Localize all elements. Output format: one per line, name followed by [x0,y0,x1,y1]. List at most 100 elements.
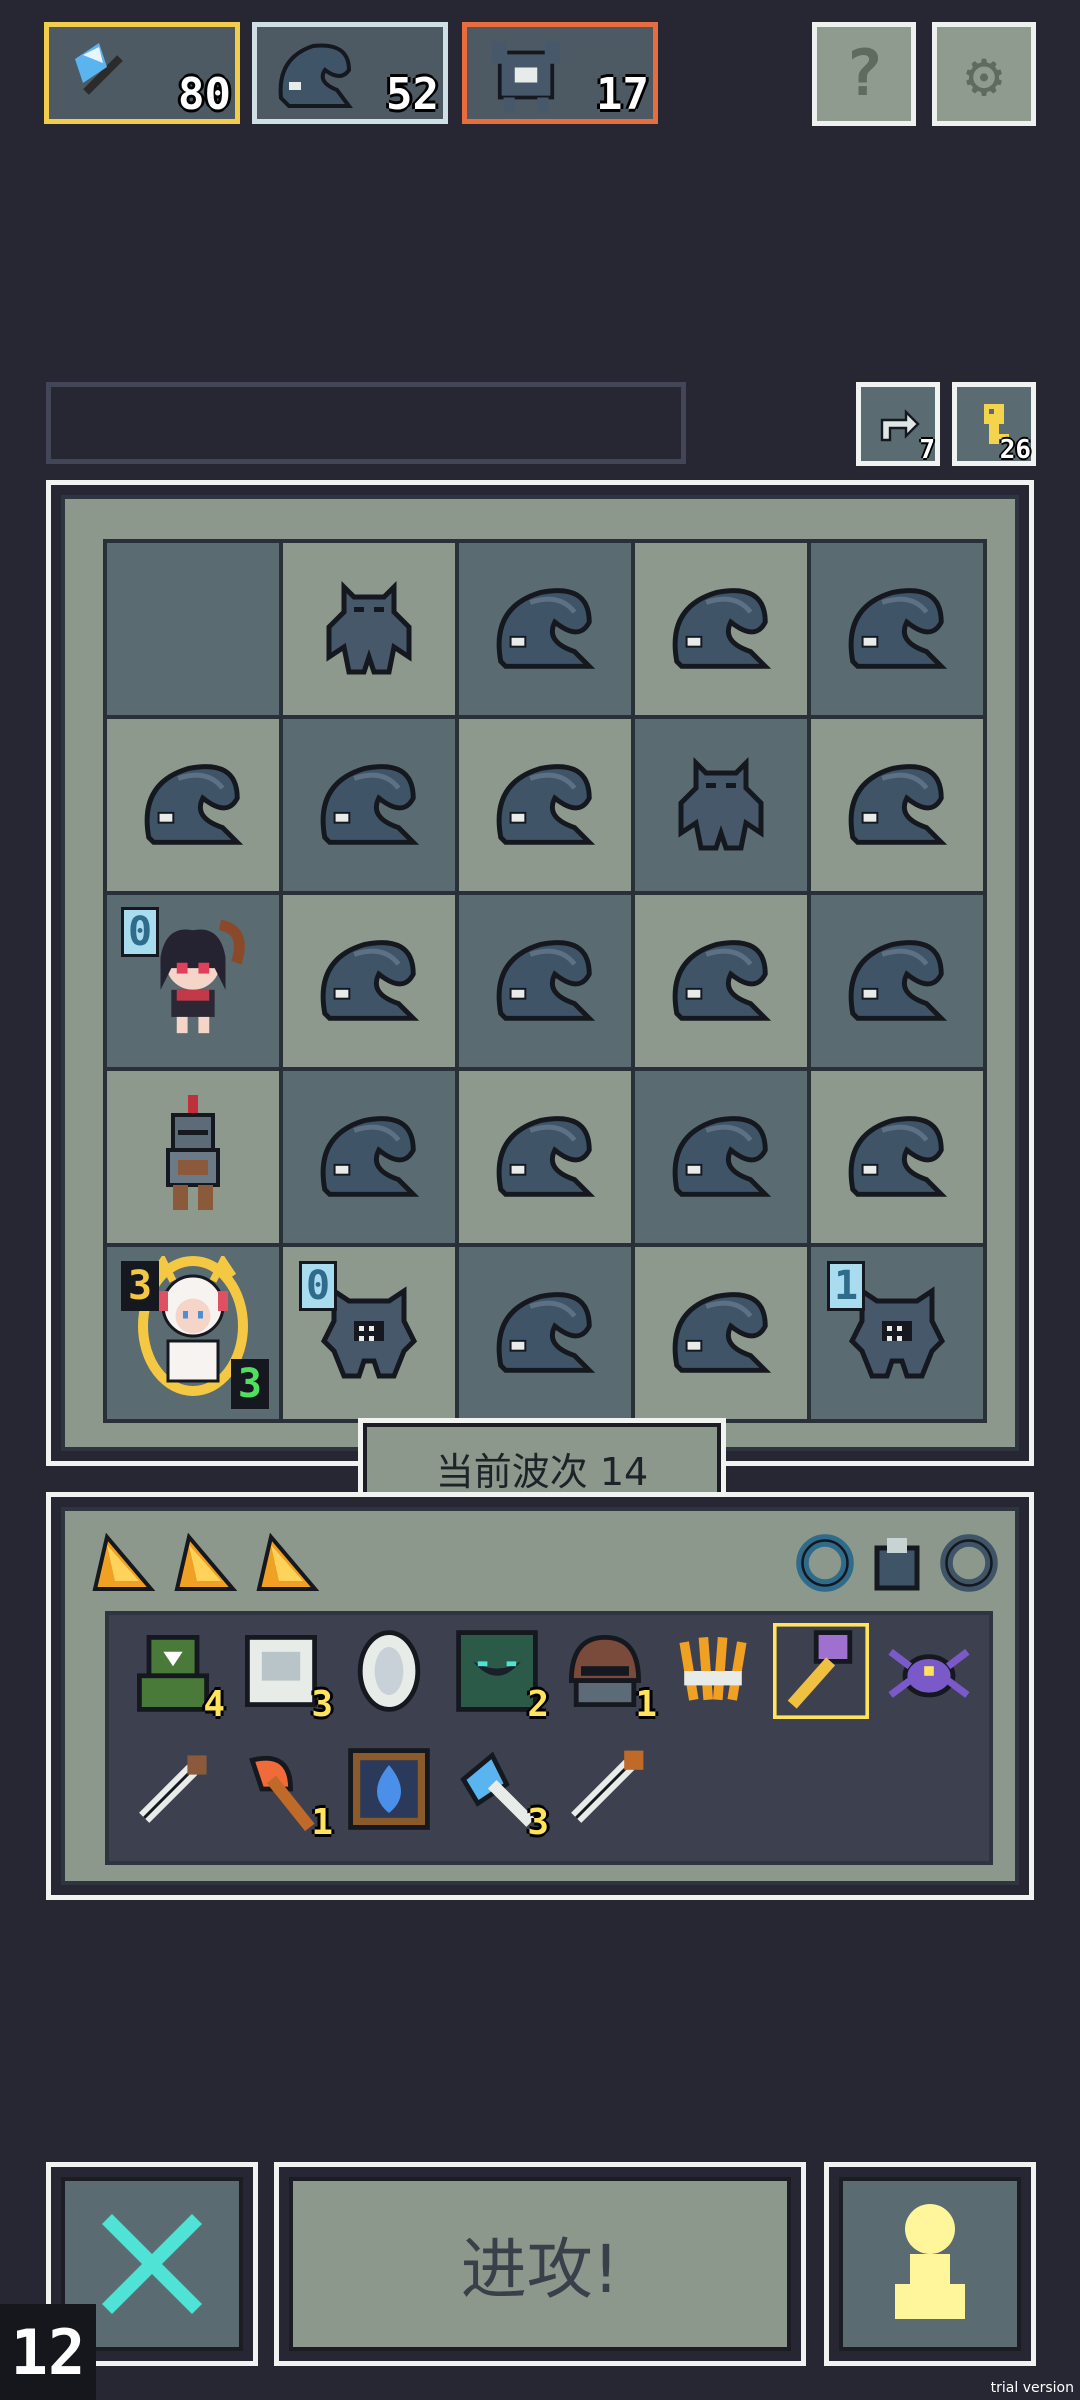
game-board: 0 33 0 1 [46,480,1034,1466]
board-cell[interactable] [459,895,631,1067]
board-cell[interactable] [635,543,807,715]
slug-icon [838,1105,956,1209]
resource-count: 17 [596,69,649,120]
level-badge: 0 [121,907,160,957]
consumables-tab[interactable] [83,1523,333,1603]
board-cell[interactable]: 0 [283,1247,455,1419]
resource-slot-axe[interactable]: 80 [44,22,240,124]
board-cell[interactable]: 1 [811,1247,983,1419]
slug-icon [310,1105,428,1209]
board-cell[interactable] [283,543,455,715]
gargoyle-icon [661,743,781,867]
board-cell[interactable] [459,1247,631,1419]
item-count: 1 [635,1684,657,1725]
magic-key-icon [769,1619,873,1723]
board-cell[interactable] [811,543,983,715]
inventory-item[interactable]: 4 [125,1623,225,1723]
slug-icon [662,1105,780,1209]
recycle-button[interactable]: 7 [856,382,940,466]
egg-icon [341,1623,437,1723]
slug-icon [486,753,604,857]
inventory-panel: 4 3 2 1 1 3 [46,1492,1034,1900]
board-cell[interactable] [811,719,983,891]
inventory-item[interactable] [341,1623,441,1723]
help-button[interactable]: ? [812,22,916,126]
board-cell[interactable] [811,895,983,1067]
gear-icon: ⚙ [965,37,1003,111]
slug-icon [838,753,956,857]
item-count: 3 [527,1802,549,1843]
resource-count: 52 [386,69,439,120]
inventory-panel-inner: 4 3 2 1 1 3 [61,1507,1019,1885]
inventory-item[interactable]: 1 [233,1741,333,1841]
inventory-item[interactable]: 3 [449,1741,549,1841]
board-cell[interactable] [283,719,455,891]
board-cell[interactable] [459,1071,631,1243]
board-cell[interactable] [107,719,279,891]
spider-icon [881,1623,977,1723]
slug-icon [486,577,604,681]
key-count: 26 [999,435,1031,465]
board-cell[interactable] [459,543,631,715]
unit-button[interactable] [824,2162,1036,2366]
item-count: 2 [527,1684,549,1725]
pawn-icon [895,2204,965,2319]
slug-icon [310,929,428,1033]
board-cell[interactable] [107,1071,279,1243]
cheese-icon [92,1533,155,1591]
slug-icon [662,1281,780,1385]
inventory-item[interactable]: 1 [557,1623,657,1723]
key-button[interactable]: 26 [952,382,1036,466]
inventory-list: 4 3 2 1 1 3 [105,1611,993,1865]
slug-icon [486,929,604,1033]
board-panel: 0 33 0 1 [61,495,1019,1451]
claws-icon [665,1623,761,1723]
board-cell[interactable]: 0 [107,895,279,1067]
question-icon: ? [844,37,884,111]
level-badge: 0 [299,1261,338,1311]
slug-resource-icon [278,43,353,108]
recycle-count: 7 [919,435,935,465]
inventory-item[interactable] [665,1623,765,1723]
board-cell[interactable] [635,895,807,1067]
equipment-tab[interactable] [795,1529,1005,1599]
attack-label: 进攻! [460,2231,620,2308]
inventory-item[interactable] [125,1741,225,1841]
level-number: 12 [10,2315,86,2389]
level-badge: 3 [230,1359,269,1409]
inventory-item[interactable] [341,1741,441,1841]
board-cell[interactable] [283,895,455,1067]
gargoyle-icon [309,567,429,691]
board-cell[interactable] [635,1071,807,1243]
dagger-icon [125,1741,221,1841]
level-badge: 1 [827,1261,866,1311]
item-count: 4 [203,1684,225,1725]
board-cell[interactable] [283,1071,455,1243]
board-cell[interactable] [811,1071,983,1243]
resource-slot-beast[interactable]: 17 [462,22,658,124]
resource-count: 80 [178,69,231,120]
slug-icon [486,1281,604,1385]
watermark: trial version [990,2380,1074,2396]
board-cell[interactable] [459,719,631,891]
slug-icon [838,577,956,681]
recycle-icon [880,409,920,442]
inventory-item[interactable] [769,1619,873,1723]
board-cell[interactable] [635,1247,807,1419]
slug-icon [310,753,428,857]
board-cell[interactable]: 33 [107,1247,279,1419]
board-cell[interactable] [635,719,807,891]
board-cell[interactable] [107,543,279,715]
message-bar [46,382,686,464]
inventory-item[interactable]: 3 [233,1623,333,1723]
resource-slot-slug[interactable]: 52 [252,22,448,124]
inventory-item[interactable] [881,1623,981,1723]
attack-button[interactable]: 进攻! [274,2162,806,2366]
settings-button[interactable]: ⚙ [932,22,1036,126]
cross-swords-icon [102,2214,202,2314]
item-count: 1 [311,1802,333,1843]
inventory-item[interactable] [557,1741,657,1841]
board-grid: 0 33 0 1 [103,539,987,1423]
inventory-item[interactable]: 2 [449,1623,549,1723]
wave-label: 当前波次 14 [435,1449,649,1494]
